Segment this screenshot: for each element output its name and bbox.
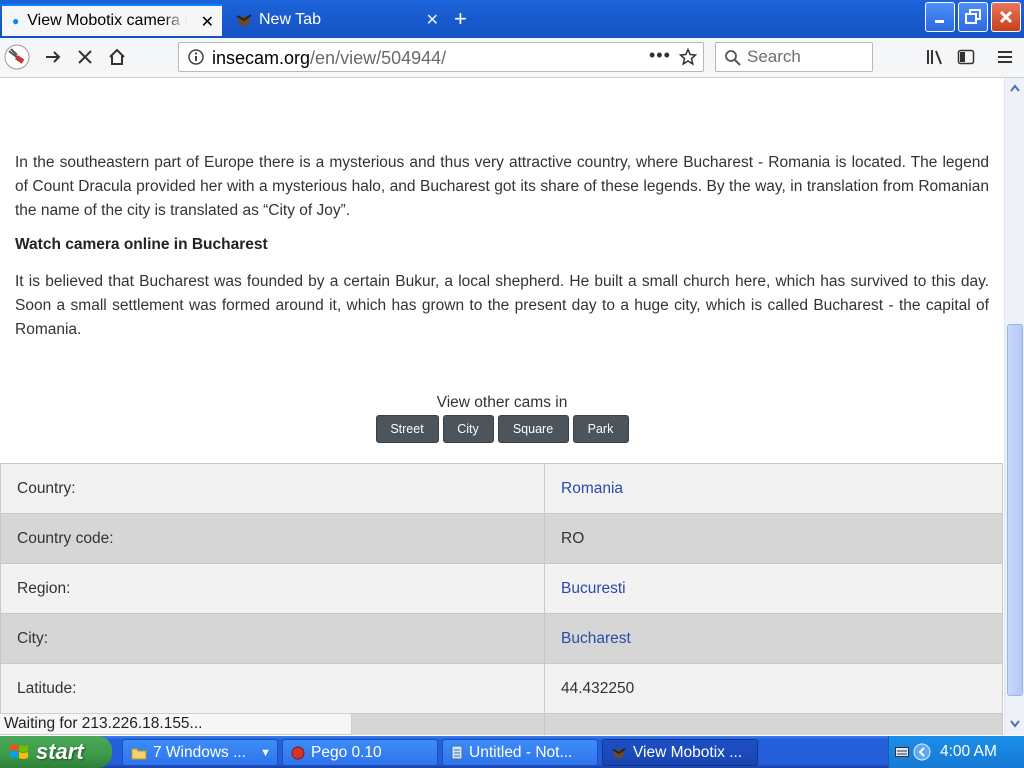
camera-info-table: Country: Romania Country code: RO Region… [0,463,1003,735]
table-cell [544,713,1003,735]
tab-title: View Mobotix camera in [27,12,188,29]
table-row: Latitude: 44.432250 [0,663,1003,714]
tab-view-mobotix[interactable]: ● View Mobotix camera in ✕ [2,4,222,36]
close-window-button[interactable] [991,2,1021,32]
tag-park-button[interactable]: Park [572,415,629,443]
taskbar-item-firefox[interactable]: View Mobotix ... [602,739,758,766]
close-icon [999,10,1013,24]
url-path: /en/view/504944/ [310,48,447,68]
forward-button[interactable] [38,42,68,72]
start-button[interactable]: start [0,736,112,768]
country-key: Country: [0,463,545,514]
country-link[interactable]: Romania [561,480,623,497]
tab-close-icon[interactable]: ✕ [426,10,439,30]
restore-button[interactable] [958,2,988,32]
address-bar[interactable]: insecam.org/en/view/504944/ ••• [178,42,704,72]
info-icon[interactable] [187,48,205,66]
tag-square-button[interactable]: Square [497,415,569,443]
taskbar-item-label: Pego 0.10 [311,743,382,761]
folder-icon [131,748,147,759]
country-code-value: RO [544,513,1003,564]
taskbar-item-label: Untitled - Not... [469,743,573,761]
taskbar-item-notepad[interactable]: Untitled - Not... [442,739,598,766]
section-heading: Watch camera online in Bucharest [15,236,268,253]
scroll-down-arrow-icon[interactable] [1007,715,1023,733]
search-icon [725,50,741,66]
region-key: Region: [0,563,545,614]
firefox-favicon-icon [236,14,252,26]
camera-tag-buttons: Street City Square Park [0,415,1004,443]
table-row: City: Bucharest [0,613,1003,664]
system-clock: 4:00 AM [940,743,997,760]
table-row: Country code: RO [0,513,1003,564]
forward-arrow-icon [46,51,61,63]
stop-icon [78,50,92,64]
status-text: Waiting for 213.226.18.155... [0,713,352,735]
history-paragraph: It is believed that Bucharest was founde… [15,273,989,338]
windows-taskbar: start 7 Windows ... ▼ Pego 0.10 Untitled… [0,736,1024,768]
url-host: insecam.org [212,48,311,68]
latitude-value: 44.432250 [544,663,1003,714]
latitude-key: Latitude: [0,663,545,714]
country-code-key: Country code: [0,513,545,564]
browser-tab-strip: ● View Mobotix camera in ✕ New Tab ✕ + [0,0,1024,38]
scrollbar-thumb[interactable] [1007,324,1023,696]
library-icon [927,50,942,65]
page-actions-menu-icon[interactable]: ••• [649,45,671,66]
firefox-icon [612,747,626,758]
tab-new-tab[interactable]: New Tab ✕ [225,4,447,36]
restore-icon [965,9,981,24]
stop-button[interactable] [70,42,100,72]
minimize-button[interactable] [925,2,955,32]
pego-icon [291,746,305,759]
tab-close-icon[interactable]: ✕ [201,12,214,32]
bookmark-star-icon[interactable] [679,48,697,66]
search-bar[interactable] [715,42,873,72]
taskbar-item-label: View Mobotix ... [633,743,743,761]
sidebar-button[interactable] [951,42,981,72]
city-link[interactable]: Bucharest [561,630,631,647]
keyboard-icon[interactable] [895,746,909,758]
view-other-cams-label: View other cams in [436,394,568,411]
taskbar-item-pego[interactable]: Pego 0.10 [282,739,438,766]
library-button[interactable] [920,42,950,72]
back-satellite-icon [4,44,30,70]
tray-expand-chevron-icon[interactable] [913,743,931,761]
tag-street-button[interactable]: Street [375,415,439,443]
windows-logo-icon [10,744,28,759]
city-value-cell: Bucharest [544,613,1003,664]
start-label: start [36,739,84,764]
taskbar-item-label: 7 Windows ... [153,743,247,761]
menu-button[interactable] [990,42,1020,72]
vertical-scrollbar[interactable] [1004,78,1024,735]
hamburger-menu-icon [998,51,1012,63]
city-key: City: [0,613,545,664]
page-content: In the southeastern part of Europe there… [0,78,1004,735]
scroll-up-arrow-icon[interactable] [1007,79,1023,97]
home-button[interactable] [102,42,132,72]
search-input[interactable] [747,47,867,67]
loading-dot-icon: ● [12,14,20,28]
intro-paragraph: In the southeastern part of Europe there… [15,154,989,219]
region-value-cell: Bucuresti [544,563,1003,614]
country-value-cell: Romania [544,463,1003,514]
back-button[interactable] [2,42,32,72]
minimize-icon [935,20,944,23]
group-dropdown-icon: ▼ [260,746,271,759]
table-row: Country: Romania [0,463,1003,514]
sidebar-icon [957,49,975,65]
notepad-icon [451,745,463,760]
table-row: Region: Bucuresti [0,563,1003,614]
region-link[interactable]: Bucuresti [561,580,626,597]
new-tab-plus-icon[interactable]: + [454,6,467,32]
tab-title: New Tab [259,11,321,28]
navigation-toolbar: insecam.org/en/view/504944/ ••• [0,38,1024,78]
taskbar-item-windows-explorer[interactable]: 7 Windows ... ▼ [122,739,278,766]
home-icon [109,48,125,65]
url-text[interactable]: insecam.org/en/view/504944/ [212,48,446,69]
tag-city-button[interactable]: City [442,415,494,443]
